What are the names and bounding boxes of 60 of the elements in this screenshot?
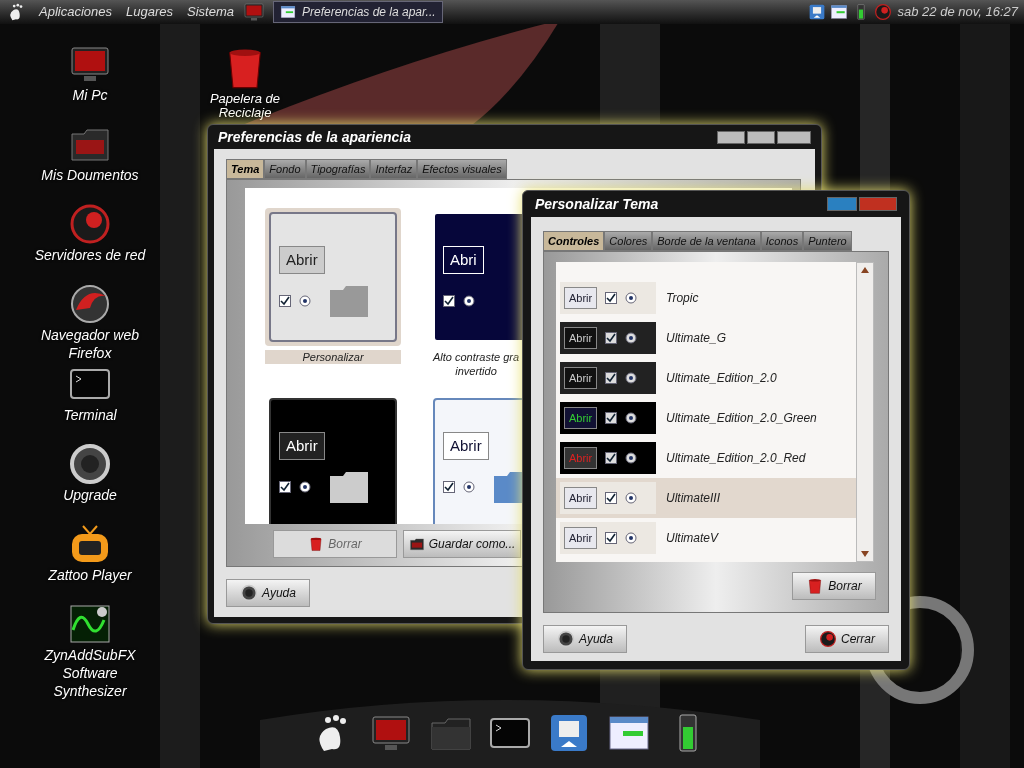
theme-name: Ultimate_G [666, 330, 727, 347]
preview-button: Abrir [564, 447, 598, 469]
theme-name: Ultimate_Edition_2.0_Green [666, 410, 817, 427]
theme-name: UltimateV [666, 530, 718, 547]
icon-label: Mi Pc [72, 86, 108, 104]
menu-item[interactable]: Lugares [119, 2, 180, 22]
save-as-button[interactable]: Guardar como... [403, 530, 521, 558]
theme-row[interactable]: Abrir Ultimate_Edition_2.0_Red [556, 438, 856, 478]
theme-row[interactable]: Abrir Ultimate_G [556, 318, 856, 358]
theme-row[interactable]: Abrir UltimateV [556, 518, 856, 558]
theme-name: Ultimate_Edition_2.0_Red [666, 450, 806, 467]
theme-row[interactable]: Abrir Ultimate_Edition_2.0_Green [556, 398, 856, 438]
theme-row[interactable]: Abrir Tropic [556, 278, 856, 318]
preview-button: Abrir [564, 287, 598, 309]
icon-label: Terminal [63, 406, 117, 424]
close-button[interactable]: Cerrar [805, 625, 889, 653]
tab[interactable]: Puntero [803, 231, 852, 251]
tab[interactable]: Colores [604, 231, 653, 251]
window-title: Preferencias de la apariencia [218, 127, 411, 147]
preview-button: Abrir [564, 527, 598, 549]
preview-button: Abri [443, 246, 484, 274]
theme-label: Alto contraste gra invertido [431, 350, 521, 378]
preview-button: Abrir [564, 407, 598, 429]
tab[interactable]: Controles [543, 231, 605, 251]
menu-item[interactable]: Sistema [180, 2, 241, 22]
tab[interactable]: Tipografías [305, 159, 371, 179]
tab[interactable]: Tema [226, 159, 265, 179]
clock[interactable]: sab 22 de nov, 16:27 [891, 2, 1024, 22]
theme-name: Ultimate_Edition_2.0 [666, 370, 777, 387]
preview-button: Abrir [279, 246, 325, 274]
icon-label: Navegador web Firefox [40, 326, 140, 362]
theme-label: Personalizar [265, 350, 401, 364]
theme-name: Tropic [666, 290, 699, 307]
tab[interactable]: Interfaz [370, 159, 418, 179]
theme-item[interactable]: Abrir [265, 208, 401, 346]
icon-label: Mis Doumentos [41, 166, 139, 184]
tab[interactable]: Fondo [264, 159, 306, 179]
theme-item[interactable]: Abrir [265, 394, 401, 524]
help-button[interactable]: Ayuda [226, 579, 310, 607]
theme-row[interactable]: Abrir UltimateIII [556, 478, 856, 518]
preview-button: Abrir [443, 432, 489, 460]
taskbar-button[interactable]: Preferencias de la apar... [272, 1, 443, 23]
help-button[interactable]: Ayuda [543, 625, 627, 653]
tab[interactable]: Iconos [760, 231, 804, 251]
menu-item[interactable]: Aplicaciones [32, 2, 119, 22]
tab[interactable]: Efectos visuales [417, 159, 507, 179]
icon-label: Zattoo Player [48, 566, 132, 584]
icon-label: Upgrade [63, 486, 117, 504]
preview-button: Abrir [564, 367, 598, 389]
window-title: Personalizar Tema [535, 194, 659, 214]
icon-label: Papelera de Reciclaje [209, 92, 281, 120]
icon-label: ZynAddSubFX Software Synthesizer [44, 646, 136, 700]
preview-button: Abrir [279, 432, 325, 460]
delete-button[interactable]: Borrar [792, 572, 876, 600]
preview-button: Abrir [564, 487, 598, 509]
preview-button: Abrir [564, 327, 598, 349]
theme-name: UltimateIII [666, 490, 720, 507]
tab[interactable]: Borde de la ventana [652, 231, 761, 251]
icon-label: Servidores de red [34, 246, 146, 264]
theme-row[interactable]: Abrir Ultimate_Edition_2.0 [556, 358, 856, 398]
